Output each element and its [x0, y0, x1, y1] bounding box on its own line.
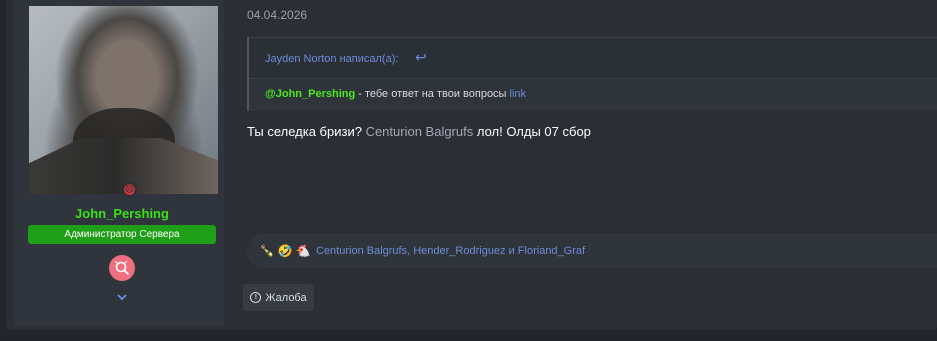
role-badge: Администратор Сервера: [28, 225, 216, 244]
award-icon[interactable]: [109, 255, 135, 281]
chevron-down-icon[interactable]: [116, 290, 128, 302]
forum-page: ☹ John_Pershing Администратор Сервера 04…: [0, 0, 937, 341]
quote-header: Jayden Norton написал(а): ↩: [249, 37, 937, 79]
message-before: Ты селедка бризи?: [247, 124, 366, 139]
reaction-users[interactable]: Centurion Balgrufs, Hender_Rodriguez и F…: [316, 245, 585, 257]
avatar[interactable]: [29, 6, 218, 194]
reaction-bar: 🍾 🤣 🐔 Centurion Balgrufs, Hender_Rodrigu…: [247, 233, 937, 268]
message-text: Ты селедка бризи? Centurion Balgrufs лол…: [247, 124, 591, 139]
quote-block: Jayden Norton написал(а): ↩ @John_Pershi…: [247, 37, 937, 111]
username[interactable]: John_Pershing: [28, 206, 216, 221]
report-label: Жалоба: [265, 291, 307, 304]
post-date[interactable]: 04.04.2026: [247, 8, 307, 22]
message-mention[interactable]: Centurion Balgrufs: [366, 124, 474, 139]
busy-status-icon: ☹: [124, 184, 135, 195]
quote-link[interactable]: link: [510, 88, 527, 100]
forum-post: ☹ John_Pershing Администратор Сервера 04…: [6, 0, 937, 330]
rooster-icon: 🐔: [295, 243, 311, 258]
report-button[interactable]: ! Жалоба: [243, 284, 314, 311]
reply-icon[interactable]: ↩: [415, 50, 429, 64]
user-sidebar: ☹ John_Pershing Администратор Сервера: [14, 0, 224, 326]
status-dot: ☹: [122, 182, 137, 197]
message-after: лол! Олды 07 сбор: [473, 124, 591, 139]
quote-mention[interactable]: @John_Pershing: [265, 88, 355, 100]
post-content: 04.04.2026 Jayden Norton написал(а): ↩ @…: [243, 0, 937, 326]
party-icon: 🍾: [259, 243, 275, 258]
quote-body: @John_Pershing - тебе ответ на твои вопр…: [265, 88, 526, 100]
quote-author[interactable]: Jayden Norton написал(а):: [265, 53, 398, 65]
quote-text: - тебе ответ на твои вопросы: [355, 88, 510, 100]
warning-icon: !: [250, 292, 262, 303]
laugh-icon: 🤣: [277, 243, 293, 258]
award-search-icon: [114, 260, 129, 275]
